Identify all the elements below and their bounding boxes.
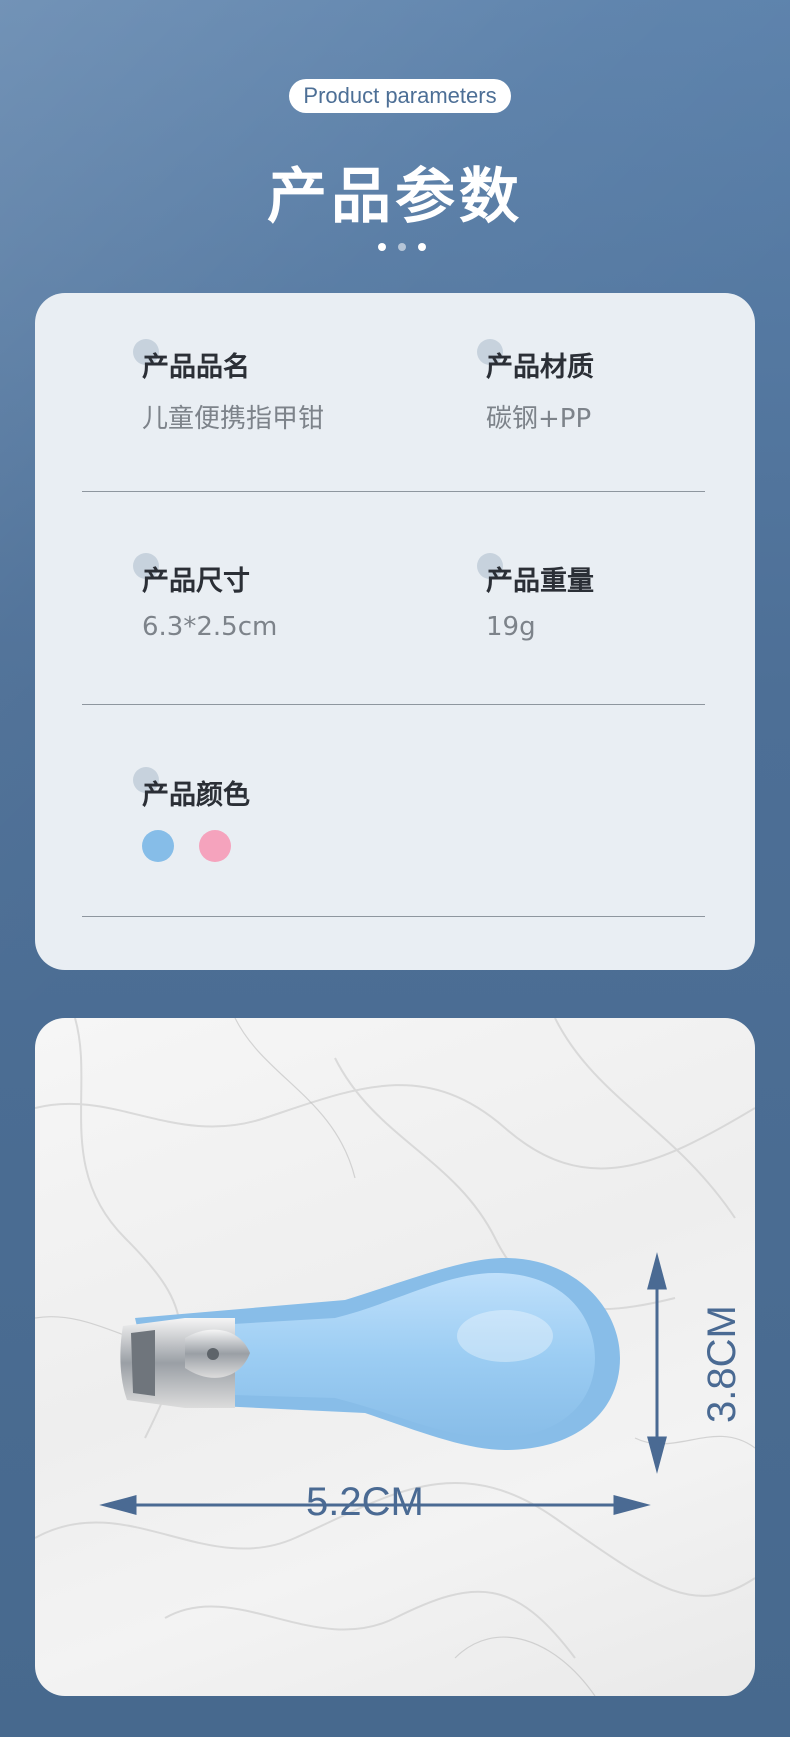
page-title: 产品参数 (267, 162, 523, 232)
param-label: 产品品名 (142, 352, 250, 383)
param-color: 产品颜色 (133, 767, 250, 812)
product-photo (35, 1018, 755, 1696)
height-dimension-label: 3.8CM (700, 1305, 744, 1423)
width-dimension-label: 5.2CM (306, 1480, 424, 1524)
param-material: 产品材质 碳钢+PP (477, 339, 594, 435)
parameters-card: 产品品名 儿童便携指甲钳 产品材质 碳钢+PP 产品尺寸 6.3*2.5cm 产… (35, 293, 755, 970)
param-value: 碳钢+PP (486, 404, 592, 434)
color-swatch-blue (142, 830, 174, 862)
param-value: 19g (486, 612, 536, 642)
param-size: 产品尺寸 6.3*2.5cm (133, 553, 278, 642)
dimension-arrows (99, 1252, 667, 1515)
divider (82, 491, 705, 492)
param-weight: 产品重量 19g (477, 553, 594, 642)
param-value: 6.3*2.5cm (142, 612, 278, 642)
param-product-name: 产品品名 儿童便携指甲钳 (133, 339, 325, 435)
color-swatch-pink (199, 830, 231, 862)
dot (398, 243, 406, 251)
param-label: 产品材质 (486, 352, 594, 383)
param-label: 产品重量 (486, 566, 594, 597)
title-dots (378, 243, 426, 251)
dot (418, 243, 426, 251)
divider (82, 916, 705, 917)
divider (82, 704, 705, 705)
param-label: 产品颜色 (142, 780, 250, 811)
subtitle-pill: Product parameters (289, 79, 511, 113)
dot (378, 243, 386, 251)
param-value: 儿童便携指甲钳 (142, 404, 325, 434)
param-label: 产品尺寸 (142, 566, 250, 597)
